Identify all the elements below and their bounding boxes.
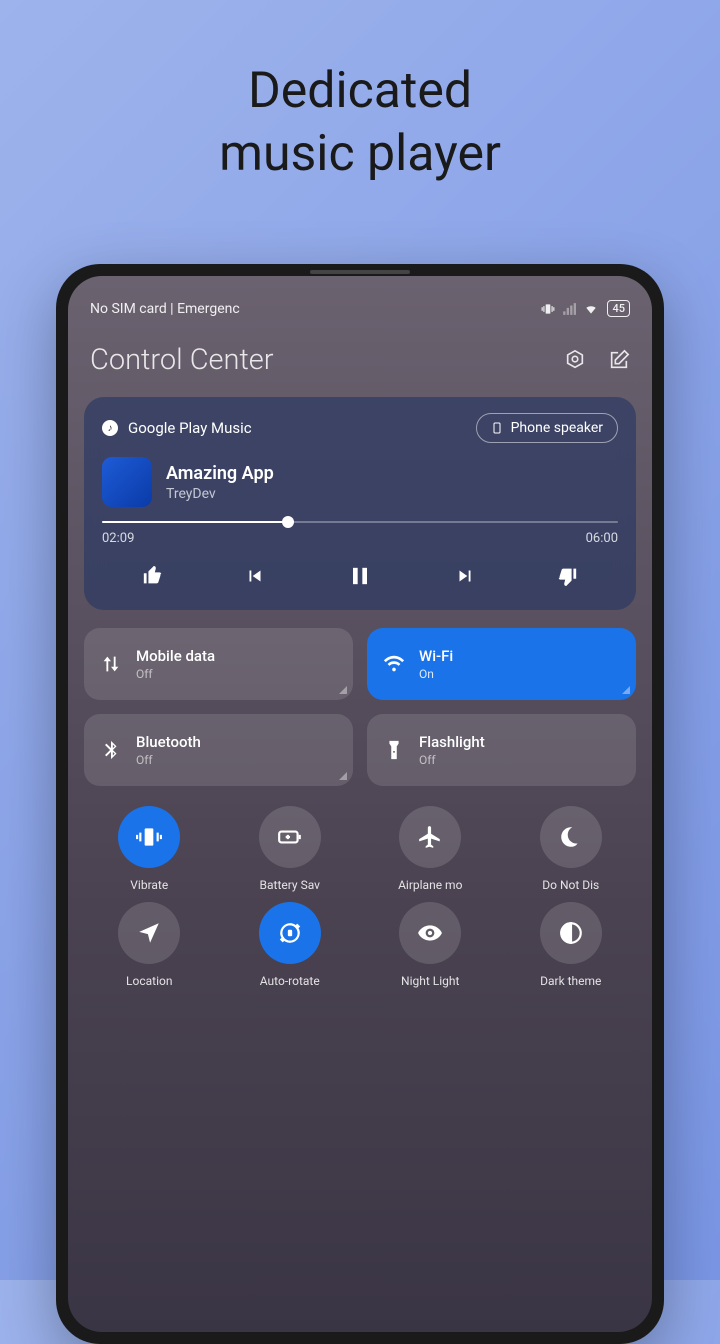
music-source[interactable]: ♪ Google Play Music bbox=[102, 419, 252, 437]
track-title: Amazing App bbox=[166, 463, 618, 484]
tile-status: Off bbox=[419, 753, 620, 767]
tile-bluetooth[interactable]: Bluetooth Off bbox=[84, 714, 353, 786]
music-source-label: Google Play Music bbox=[128, 419, 252, 437]
tile-title: Bluetooth bbox=[136, 733, 337, 751]
progress-bar[interactable] bbox=[102, 521, 618, 523]
progress-thumb[interactable] bbox=[282, 516, 294, 528]
status-bar: No SIM card | Emergenc 45 bbox=[68, 276, 652, 325]
phone-frame: No SIM card | Emergenc 45 Control Center bbox=[56, 264, 664, 1344]
quick-tiles-grid: Mobile data Off Wi-Fi On Bluetooth Off bbox=[68, 610, 652, 786]
toggle-label: Airplane mo bbox=[365, 878, 496, 892]
tile-title: Flashlight bbox=[419, 733, 620, 751]
track-artist: TreyDev bbox=[166, 486, 618, 502]
toggle-label: Vibrate bbox=[84, 878, 215, 892]
tile-status: On bbox=[419, 667, 620, 681]
moon-icon bbox=[558, 824, 584, 850]
edit-icon[interactable] bbox=[608, 349, 630, 371]
tile-flashlight[interactable]: Flashlight Off bbox=[367, 714, 636, 786]
tile-title: Mobile data bbox=[136, 647, 337, 665]
tile-mobile-data[interactable]: Mobile data Off bbox=[84, 628, 353, 700]
toggle-battery-saver[interactable]: Battery Sav bbox=[225, 806, 356, 892]
toggle-vibrate[interactable]: Vibrate bbox=[84, 806, 215, 892]
toggle-label: Do Not Dis bbox=[506, 878, 637, 892]
status-right: 45 bbox=[541, 300, 630, 317]
toggle-dark-theme[interactable]: Dark theme bbox=[506, 902, 637, 988]
settings-icon[interactable] bbox=[564, 349, 586, 371]
audio-output-label: Phone speaker bbox=[511, 420, 603, 436]
header: Control Center bbox=[68, 325, 652, 397]
expand-corner-icon bbox=[622, 686, 630, 694]
battery-indicator: 45 bbox=[607, 300, 630, 317]
expand-corner-icon bbox=[339, 686, 347, 694]
previous-button[interactable] bbox=[242, 563, 268, 589]
flashlight-icon bbox=[383, 739, 405, 761]
album-art[interactable] bbox=[102, 457, 152, 507]
music-note-icon: ♪ bbox=[102, 420, 118, 436]
toggle-airplane[interactable]: Airplane mo bbox=[365, 806, 496, 892]
progress-fill bbox=[102, 521, 288, 523]
phone-screen: No SIM card | Emergenc 45 Control Center bbox=[68, 276, 652, 1332]
bluetooth-icon bbox=[100, 739, 122, 761]
location-icon bbox=[136, 920, 162, 946]
dark-theme-icon bbox=[558, 920, 584, 946]
time-elapsed: 02:09 bbox=[102, 531, 134, 546]
phone-icon bbox=[491, 420, 503, 436]
thumbs-up-button[interactable] bbox=[140, 563, 166, 589]
toggle-auto-rotate[interactable]: Auto-rotate bbox=[225, 902, 356, 988]
vibrate-status-icon bbox=[541, 302, 555, 316]
auto-rotate-icon bbox=[277, 920, 303, 946]
toggle-label: Night Light bbox=[365, 974, 496, 988]
thumbs-down-button[interactable] bbox=[554, 563, 580, 589]
airplane-icon bbox=[417, 824, 443, 850]
toggle-label: Dark theme bbox=[506, 974, 637, 988]
vibrate-icon bbox=[136, 824, 162, 850]
promo-title: Dedicated music player bbox=[0, 0, 720, 185]
next-button[interactable] bbox=[452, 563, 478, 589]
round-toggles-grid: Vibrate Battery Sav Airplane mo Do Not D… bbox=[68, 786, 652, 988]
wifi-icon bbox=[383, 653, 405, 675]
toggle-label: Auto-rotate bbox=[225, 974, 356, 988]
music-player-card: ♪ Google Play Music Phone speaker Amazin… bbox=[84, 397, 636, 610]
toggle-dnd[interactable]: Do Not Dis bbox=[506, 806, 637, 892]
pause-button[interactable] bbox=[344, 560, 376, 592]
status-left-text: No SIM card | Emergenc bbox=[90, 301, 240, 317]
tile-wifi[interactable]: Wi-Fi On bbox=[367, 628, 636, 700]
eye-icon bbox=[417, 920, 443, 946]
toggle-label: Location bbox=[84, 974, 215, 988]
promo-line1: Dedicated bbox=[0, 60, 720, 123]
signal-icon bbox=[561, 302, 577, 316]
tile-status: Off bbox=[136, 753, 337, 767]
toggle-location[interactable]: Location bbox=[84, 902, 215, 988]
wifi-status-icon bbox=[583, 302, 599, 316]
promo-line2: music player bbox=[0, 123, 720, 186]
toggle-night-light[interactable]: Night Light bbox=[365, 902, 496, 988]
page-title: Control Center bbox=[90, 343, 274, 377]
expand-corner-icon bbox=[339, 772, 347, 780]
tile-title: Wi-Fi bbox=[419, 647, 620, 665]
toggle-label: Battery Sav bbox=[225, 878, 356, 892]
tile-status: Off bbox=[136, 667, 337, 681]
audio-output-button[interactable]: Phone speaker bbox=[476, 413, 618, 443]
mobile-data-icon bbox=[100, 653, 122, 675]
time-total: 06:00 bbox=[586, 531, 618, 546]
battery-saver-icon bbox=[277, 824, 303, 850]
